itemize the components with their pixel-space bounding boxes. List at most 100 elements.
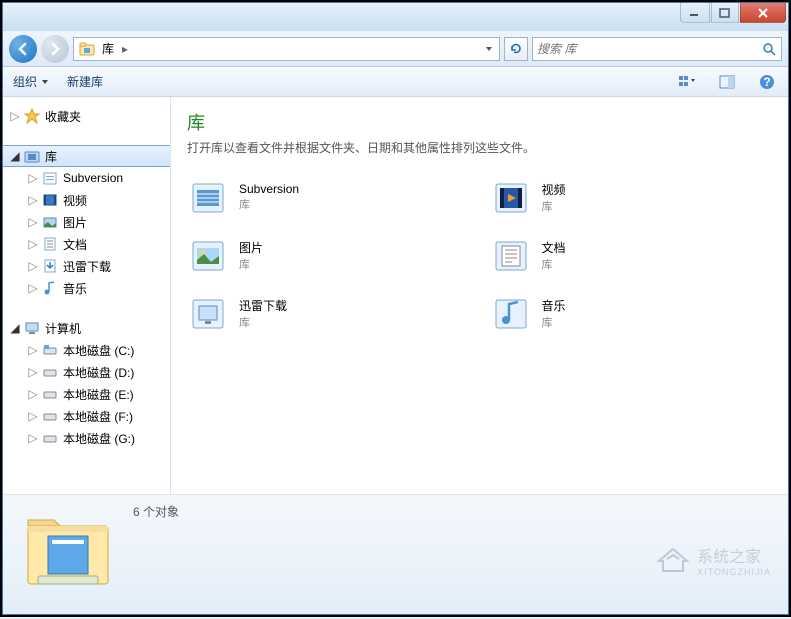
expander-icon[interactable]: ▷ [27, 344, 39, 356]
expander-icon[interactable]: ▷ [27, 366, 39, 378]
organize-menu[interactable]: 组织 [13, 73, 49, 90]
document-library-icon [490, 234, 532, 276]
tree-label: 计算机 [43, 320, 81, 337]
search-icon[interactable] [761, 41, 777, 57]
watermark-sub: XITONGZHIJIA [697, 567, 771, 577]
library-grid: Subversion 库 视频 库 [187, 176, 772, 334]
expander-icon[interactable]: ▷ [9, 110, 21, 122]
tree-label: 本地磁盘 (E:) [61, 386, 134, 403]
watermark: 系统之家 XITONGZHIJIA [655, 543, 771, 577]
tree-label: 文档 [61, 236, 87, 253]
expander-icon[interactable]: ▷ [27, 410, 39, 422]
expander-icon[interactable]: ▷ [27, 432, 39, 444]
library-item-pictures[interactable]: 图片 库 [187, 234, 470, 276]
expander-icon[interactable]: ▷ [27, 172, 39, 184]
search-input[interactable] [537, 42, 761, 56]
library-type: 库 [542, 198, 566, 214]
drive-icon [41, 363, 59, 381]
tree-drive-e[interactable]: ▷ 本地磁盘 (E:) [21, 383, 170, 405]
drive-icon [41, 429, 59, 447]
tree-computer[interactable]: ◢ 计算机 [3, 317, 170, 339]
organize-label: 组织 [13, 73, 37, 90]
tree-lib-subversion[interactable]: ▷ Subversion [21, 167, 170, 189]
close-button[interactable] [740, 3, 786, 23]
expander-icon[interactable]: ▷ [27, 260, 39, 272]
library-name: 视频 [542, 181, 566, 198]
search-box[interactable] [532, 37, 782, 61]
refresh-button[interactable] [504, 37, 528, 61]
library-item-documents[interactable]: 文档 库 [490, 234, 773, 276]
forward-button[interactable] [41, 35, 69, 63]
svg-text:?: ? [763, 75, 770, 89]
tree-label: Subversion [61, 171, 123, 185]
tree-label: 图片 [61, 214, 87, 231]
drive-icon [41, 341, 59, 359]
maximize-button[interactable] [711, 3, 739, 23]
library-type: 库 [239, 314, 287, 330]
library-item-videos[interactable]: 视频 库 [490, 176, 773, 218]
music-icon [41, 279, 59, 297]
address-bar[interactable]: 库 ▸ [73, 37, 500, 61]
document-icon [41, 235, 59, 253]
tree-drive-c[interactable]: ▷ 本地磁盘 (C:) [21, 339, 170, 361]
tree-drive-d[interactable]: ▷ 本地磁盘 (D:) [21, 361, 170, 383]
library-type: 库 [542, 256, 566, 272]
tree-label: 库 [43, 148, 57, 165]
library-item-thunder[interactable]: 迅雷下载 库 [187, 292, 470, 334]
tree-lib-documents[interactable]: ▷ 文档 [21, 233, 170, 255]
back-button[interactable] [9, 35, 37, 63]
tree-libraries[interactable]: ◢ 库 [3, 145, 170, 167]
titlebar [3, 3, 788, 31]
expander-icon[interactable]: ▷ [27, 194, 39, 206]
picture-icon [41, 213, 59, 231]
libraries-icon [23, 147, 41, 165]
minimize-button[interactable] [680, 3, 710, 23]
expander-icon[interactable]: ▷ [27, 216, 39, 228]
tree-label: 本地磁盘 (D:) [61, 364, 134, 381]
tree-label: 本地磁盘 (G:) [61, 430, 135, 447]
breadcrumb-chevron-icon[interactable]: ▸ [118, 42, 132, 56]
tree-lib-thunder[interactable]: ▷ 迅雷下载 [21, 255, 170, 277]
library-type: 库 [542, 314, 566, 330]
library-item-subversion[interactable]: Subversion 库 [187, 176, 470, 218]
libraries-icon [78, 40, 96, 58]
expander-icon[interactable]: ▷ [27, 238, 39, 250]
tree-label: 迅雷下载 [61, 258, 111, 275]
star-icon [23, 107, 41, 125]
status-text: 6 个对象 [133, 501, 179, 520]
library-name: 音乐 [542, 297, 566, 314]
navbar: 库 ▸ [3, 31, 788, 67]
tree-favorites[interactable]: ▷ 收藏夹 [3, 105, 170, 127]
library-name: 迅雷下载 [239, 297, 287, 314]
library-item-music[interactable]: 音乐 库 [490, 292, 773, 334]
folder-icon [41, 169, 59, 187]
library-name: 图片 [239, 239, 263, 256]
breadcrumb-item[interactable]: 库 [98, 40, 118, 57]
content-pane[interactable]: 库 打开库以查看文件并根据文件夹、日期和其他属性排列这些文件。 Subversi… [171, 97, 788, 494]
tree-lib-music[interactable]: ▷ 音乐 [21, 277, 170, 299]
view-options-button[interactable] [676, 71, 698, 93]
video-icon [41, 191, 59, 209]
drive-icon [41, 385, 59, 403]
tree-drive-f[interactable]: ▷ 本地磁盘 (F:) [21, 405, 170, 427]
navigation-pane[interactable]: ▷ 收藏夹 ◢ 库 ▷ Subversion [3, 97, 171, 494]
toolbar: 组织 新建库 ? [3, 67, 788, 97]
tree-lib-videos[interactable]: ▷ 视频 [21, 189, 170, 211]
library-type: 库 [239, 256, 263, 272]
chevron-down-icon [41, 78, 49, 86]
new-library-button[interactable]: 新建库 [67, 73, 103, 90]
preview-pane-button[interactable] [716, 71, 738, 93]
download-icon [41, 257, 59, 275]
tree-drive-g[interactable]: ▷ 本地磁盘 (G:) [21, 427, 170, 449]
watermark-title: 系统之家 [697, 543, 771, 567]
expander-icon[interactable]: ◢ [9, 322, 21, 334]
new-library-label: 新建库 [67, 73, 103, 90]
expander-icon[interactable]: ▷ [27, 282, 39, 294]
expander-icon[interactable]: ▷ [27, 388, 39, 400]
address-dropdown[interactable] [479, 38, 497, 60]
watermark-icon [655, 545, 691, 575]
page-description: 打开库以查看文件并根据文件夹、日期和其他属性排列这些文件。 [187, 139, 772, 156]
expander-icon[interactable]: ◢ [9, 150, 21, 162]
tree-lib-pictures[interactable]: ▷ 图片 [21, 211, 170, 233]
help-button[interactable]: ? [756, 71, 778, 93]
